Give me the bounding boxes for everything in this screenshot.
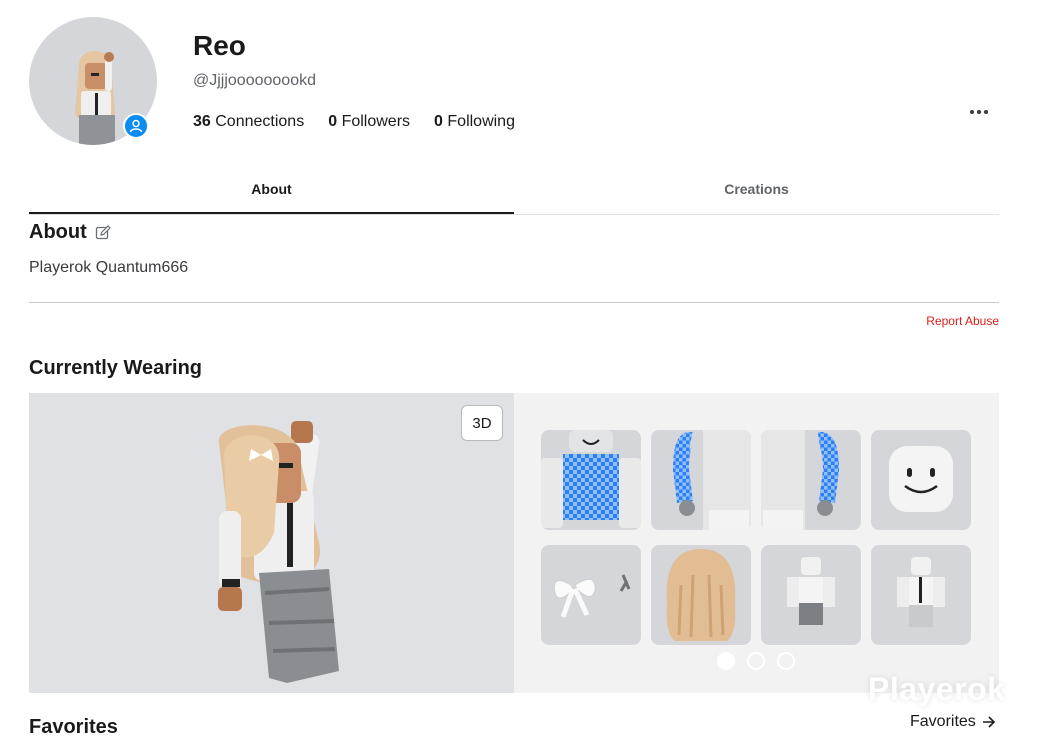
favorites-heading: Favorites (29, 716, 118, 738)
worn-item-shirt[interactable] (541, 430, 641, 530)
profile-tabs: About Creations (29, 172, 999, 215)
checkered-sleeves-right-icon (761, 430, 840, 530)
tab-creations[interactable]: Creations (514, 172, 999, 214)
shirt-tie-outfit-icon (897, 557, 945, 627)
worn-items-grid (541, 430, 971, 645)
about-divider (29, 302, 999, 303)
more-dot-icon (984, 110, 988, 114)
tab-about[interactable]: About (29, 172, 514, 214)
user-icon (129, 119, 143, 133)
carousel-pagination (717, 652, 795, 670)
stat-count: 0 (328, 113, 338, 130)
stat-count: 36 (193, 113, 211, 130)
display-name: Reo (193, 30, 246, 61)
about-description: Playerok Quantum666 (29, 259, 189, 276)
report-abuse-link[interactable]: Report Abuse (926, 314, 999, 328)
avatar-3d-figure-icon (218, 421, 339, 683)
hair-bow-icon (553, 574, 631, 618)
checkered-shirt-icon (541, 430, 641, 528)
more-dot-icon (977, 110, 981, 114)
checkered-sleeves-left-icon (672, 430, 751, 530)
stat-label: Followers (341, 113, 411, 130)
arrow-right-icon (982, 716, 995, 728)
avatar-stage[interactable] (29, 393, 514, 693)
stat-following[interactable]: 0 Following (434, 113, 515, 131)
profile-stats: 36 Connections 0 Followers 0 Following (193, 113, 515, 131)
carousel-dot-2[interactable] (747, 652, 765, 670)
worn-item-face[interactable] (871, 430, 971, 530)
worn-item-sleeves-left[interactable] (651, 430, 751, 530)
watermark: Playerok (868, 671, 1006, 707)
more-dot-icon (970, 110, 974, 114)
worn-item-sleeves-right[interactable] (761, 430, 861, 530)
stat-connections[interactable]: 36 Connections (193, 113, 304, 131)
worn-item-hair[interactable] (651, 545, 751, 645)
edit-icon[interactable] (95, 224, 111, 241)
worn-item-shirt-tie[interactable] (871, 545, 971, 645)
presence-badge (123, 113, 149, 139)
currently-wearing-panel: 3D (29, 393, 999, 693)
blonde-hair-icon (666, 549, 736, 641)
carousel-dot-3[interactable] (777, 652, 795, 670)
username: @Jjjjooooooookd (193, 72, 316, 89)
worn-item-pants[interactable] (761, 545, 861, 645)
currently-wearing-heading: Currently Wearing (29, 357, 202, 379)
about-heading: About (29, 221, 111, 244)
stat-label: Connections (215, 113, 305, 130)
more-options-button[interactable] (966, 103, 992, 121)
pants-outfit-icon (787, 557, 835, 625)
stat-followers[interactable]: 0 Followers (328, 113, 410, 131)
stat-label: Following (447, 113, 515, 130)
favorites-link[interactable]: Favorites (910, 713, 996, 731)
about-title: About (29, 221, 87, 243)
carousel-dot-1[interactable] (717, 652, 735, 670)
smile-face-icon (889, 446, 953, 512)
worn-item-bow[interactable] (541, 545, 641, 645)
toggle-3d-button[interactable]: 3D (461, 405, 503, 441)
stat-count: 0 (434, 113, 443, 130)
favorites-link-label: Favorites (910, 713, 976, 730)
